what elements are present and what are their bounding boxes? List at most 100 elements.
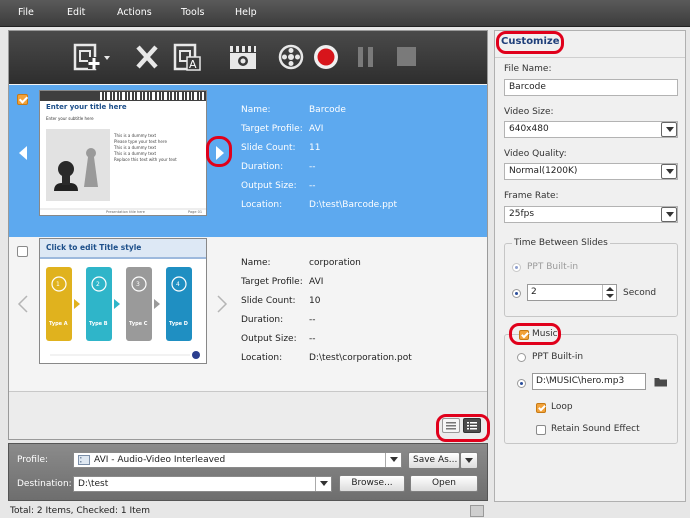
thumb-page: Page 01 [188,210,203,214]
pause-button[interactable] [353,43,379,71]
browse-button[interactable]: Browse... [339,475,405,492]
time-between-slides-group: Time Between Slides PPT Built-in 2 Secon… [504,238,678,317]
chevron-down-icon [465,458,473,463]
save-as-button[interactable]: Save As... [408,452,460,469]
delete-button[interactable] [133,43,161,71]
location-value: D:\test\Barcode.ppt [309,200,398,210]
chevron-down-icon[interactable] [661,164,677,179]
tbs-unit-label: Second [623,288,657,298]
record-icon [314,45,338,69]
menu-actions[interactable]: Actions [117,7,152,18]
list-view-strip [9,391,487,439]
start-convert-button[interactable] [311,43,341,71]
customize-panel: Customize File Name: Barcode Video Size:… [494,30,686,502]
edit-image-icon: A [173,43,201,71]
slide-count-value: 11 [309,143,321,153]
folder-icon[interactable] [654,376,668,387]
loop-label: Loop [551,402,573,412]
film-reel-icon [278,44,304,70]
svg-text:A: A [189,58,197,71]
menu-help[interactable]: Help [235,7,257,18]
panel-toggle-button[interactable] [470,505,484,517]
file-info: Name: corporation Target Profile: AVI Slid… [241,258,412,363]
target-profile-value: AVI [309,277,324,287]
next-slide-icon[interactable] [216,295,228,313]
retain-sound-checkbox[interactable] [536,425,546,435]
chevron-down-icon[interactable] [385,453,401,467]
divider [495,57,685,58]
item-checkbox[interactable] [17,246,28,257]
time-between-slides-title: Time Between Slides [512,238,610,248]
music-builtin-label: PPT Built-in [532,352,584,362]
profile-panel: Profile: AVI - Audio-Video Interleaved S… [8,443,488,501]
music-group: Music PPT Built-in D:\MUSIC\hero.mp3 Loo… [504,329,678,444]
file-list-panel: A Enter your title here Enter your subti… [8,30,488,440]
music-path-input[interactable]: D:\MUSIC\hero.mp3 [532,373,646,390]
output-size-value: -- [309,181,316,191]
music-builtin-radio[interactable] [517,353,526,362]
destination-label: Destination: [17,479,72,489]
menu-file[interactable]: File [18,7,34,18]
highlight-music [509,323,561,345]
highlight-next-arrow [206,136,232,167]
video-size-select[interactable]: 640x480 [504,121,678,138]
slide-thumbnail: Enter your title here Enter your subtitl… [39,90,207,216]
previous-slide-icon[interactable] [17,295,29,313]
profile-label: Profile: [17,455,49,465]
video-quality-select[interactable]: Normal(1200K) [504,163,678,180]
stop-button[interactable] [393,43,419,71]
add-file-icon [73,43,110,71]
chevron-down-icon[interactable] [315,477,331,491]
duration-value: -- [309,162,316,172]
file-info: Name: Barcode Target Profile: AVI Slide Co… [241,105,398,210]
retain-sound-label: Retain Sound Effect [551,424,640,434]
tbs-builtin-label: PPT Built-in [527,262,579,272]
tbs-seconds-stepper[interactable]: 2 [527,284,617,301]
target-profile-value: AVI [309,124,324,134]
edit-button[interactable]: A [171,43,205,71]
menu-edit[interactable]: Edit [67,7,85,18]
previous-slide-icon[interactable] [17,145,29,161]
file-name-value: Barcode [309,105,346,115]
duration-value: -- [309,315,316,325]
thumb-title: Click to edit Title style [46,243,142,252]
highlight-view-buttons [436,414,490,442]
tbs-builtin-radio[interactable] [512,263,521,272]
status-text: Total: 2 Items, Checked: 1 Item [10,506,150,516]
frame-rate-select[interactable]: 25fps [504,206,678,223]
music-file-radio[interactable] [517,379,526,388]
video-size-label: Video Size: [504,107,554,117]
file-item[interactable]: Click to edit Title style 1 2 3 4 Type A… [9,237,487,389]
corporation-slide-art [40,239,206,359]
chevron-down-icon[interactable] [661,207,677,222]
tbs-custom-radio[interactable] [512,289,521,298]
thumb-footer: Presentation title here [106,210,145,214]
menu-tools[interactable]: Tools [181,7,204,18]
thumb-subtitle: Enter your subtitle here [46,116,94,121]
clapperboard-icon [230,46,256,69]
preferences-button[interactable] [277,43,307,71]
thumb-bullets: This is a dummy text Please type your te… [114,133,177,162]
save-as-dropdown[interactable] [460,452,478,469]
highlight-customize [496,31,564,54]
pause-icon [358,47,373,67]
loop-checkbox[interactable] [536,403,546,413]
video-settings-button[interactable] [227,43,261,71]
item-checkbox[interactable] [17,94,28,105]
menubar: File Edit Actions Tools Help [0,0,690,27]
profile-select[interactable]: AVI - Audio-Video Interleaved [73,452,402,468]
video-quality-label: Video Quality: [504,149,567,159]
file-name-input[interactable]: Barcode [504,79,678,96]
slide-thumbnail: Click to edit Title style 1 2 3 4 Type A… [39,238,207,364]
file-item-selected[interactable]: Enter your title here Enter your subtitl… [9,85,487,237]
open-button[interactable]: Open [410,475,478,492]
stepper-arrows-icon[interactable] [602,285,616,300]
destination-input[interactable]: D:\test [73,476,332,492]
chevron-down-icon[interactable] [661,122,677,137]
music-checkbox[interactable] [519,330,529,340]
add-file-button[interactable] [71,43,111,71]
file-name-label: File Name: [504,64,552,74]
video-file-icon [78,455,90,465]
close-icon [136,45,158,69]
slide-count-value: 10 [309,296,321,306]
